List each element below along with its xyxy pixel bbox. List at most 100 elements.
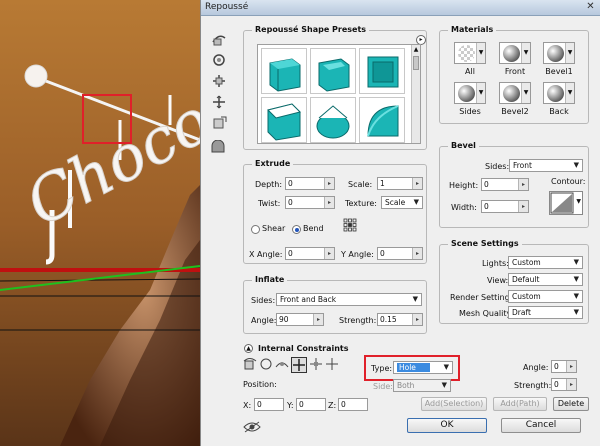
constraint-angle-spin-icon[interactable]: ▸ [566,361,576,372]
twist-spin-icon[interactable]: ▸ [324,197,334,208]
bevel-width-spin-icon[interactable]: ▸ [518,201,528,212]
add-selection-button[interactable]: Add(Selection) [421,397,487,411]
material-bevel1-label: Bevel1 [545,67,573,76]
bevel-height-spin-icon[interactable]: ▸ [518,179,528,190]
delete-button[interactable]: Delete [553,397,589,411]
inflate-strength-input[interactable]: 0.15 ▸ [377,313,423,326]
constraint-move-icon[interactable] [325,357,339,373]
inflate-strength-label: Strength: [339,316,377,325]
chevron-down-icon[interactable]: ▼ [565,83,574,103]
ok-button[interactable]: OK [407,418,487,433]
preset-twist[interactable] [359,97,405,143]
chevron-down-icon[interactable]: ▼ [476,43,485,63]
lights-select[interactable]: Custom ▼ [508,256,583,269]
rotate-tool-icon[interactable] [209,30,229,48]
x-input[interactable]: 0 [254,398,284,411]
chevron-down-icon: ▼ [573,161,579,169]
drag-tool-icon[interactable] [209,72,229,90]
view-select[interactable]: Default ▼ [508,273,583,286]
material-all-label: All [465,67,475,76]
chevron-down-icon[interactable]: ▼ [565,43,574,63]
xangle-spin-icon[interactable]: ▸ [324,248,334,259]
side-select[interactable]: Both ▼ [393,379,451,392]
constraint-rotate-icon[interactable] [243,357,257,373]
inflate-angle-spin-icon[interactable]: ▸ [313,314,323,325]
texture-select[interactable]: Scale ▼ [381,196,423,209]
close-icon[interactable]: ✕ [584,1,597,14]
material-bevel1-swatch[interactable]: ▼ [543,42,575,64]
constraint-angle-input[interactable]: 0 ▸ [551,360,577,373]
inflate-strength-spin-icon[interactable]: ▸ [412,314,422,325]
preset-bevel[interactable] [310,48,356,94]
camera-tool-icon[interactable] [209,138,229,156]
constraint-strength-spin-icon[interactable]: ▸ [566,379,576,390]
material-bevel2-swatch[interactable]: ▼ [499,82,531,104]
shear-radio[interactable] [251,225,260,234]
chevron-down-icon[interactable]: ▼ [521,43,530,63]
constraint-strength-input[interactable]: 0 ▸ [551,378,577,391]
preset-extrude[interactable] [261,48,307,94]
y-input[interactable]: 0 [296,398,326,411]
chevron-down-icon: ▼ [573,258,579,266]
mesh-quality-select[interactable]: Draft ▼ [508,306,583,319]
preview-eye-icon[interactable] [243,421,261,435]
type-select[interactable]: Hole ▼ [393,361,453,374]
chevron-down-icon[interactable]: ▼ [576,198,581,205]
scale-input[interactable]: 1 ▸ [377,177,423,190]
roll-tool-icon[interactable] [209,51,229,69]
yangle-input[interactable]: 0 ▸ [377,247,423,260]
twist-value: 0 [288,198,293,207]
add-path-button[interactable]: Add(Path) [493,397,547,411]
scroll-thumb[interactable] [413,56,419,70]
extrude-legend: Extrude [252,159,294,168]
material-front-swatch[interactable]: ▼ [499,42,531,64]
reference-point-icon[interactable] [343,218,357,234]
bevel-width-label: Width: [451,203,477,212]
material-all-swatch[interactable]: ▼ [454,42,486,64]
scale-spin-icon[interactable]: ▸ [412,178,422,189]
scale-value: 1 [380,179,385,188]
preset-inflate[interactable] [359,48,405,94]
material-back-swatch[interactable]: ▼ [543,82,575,104]
render-settings-select[interactable]: Custom ▼ [508,290,583,303]
cancel-button[interactable]: Cancel [501,418,581,433]
constraints-collapse-icon[interactable]: ▲ [244,344,253,353]
inflate-strength-value: 0.15 [380,315,397,324]
constraint-scale-icon[interactable] [309,357,323,373]
chevron-down-icon[interactable]: ▼ [521,83,530,103]
yangle-value: 0 [380,249,385,258]
presets-scrollbar[interactable]: ▲ [411,45,420,143]
inflate-sides-value: Front and Back [280,295,337,304]
constraint-roll-icon[interactable] [259,357,273,373]
preset-pillow[interactable] [261,97,307,143]
texture-label: Texture: [345,199,377,208]
bevel-height-input[interactable]: 0 ▸ [481,178,529,191]
chevron-down-icon[interactable]: ▼ [476,83,485,103]
dialog-titlebar: Repoussé ✕ [201,0,600,16]
slide-tool-icon[interactable] [209,93,229,111]
bend-radio[interactable] [292,225,301,234]
bevel-sides-select[interactable]: Front ▼ [509,159,583,172]
depth-spin-icon[interactable]: ▸ [324,178,334,189]
scroll-up-icon[interactable]: ▲ [412,45,420,54]
contour-picker[interactable]: ▼ [549,191,583,215]
depth-value: 0 [288,179,293,188]
sphere-swatch-icon [547,45,564,62]
bevel-height-value: 0 [484,180,489,189]
preset-round[interactable] [310,97,356,143]
depth-input[interactable]: 0 ▸ [285,177,335,190]
inflate-sides-select[interactable]: Front and Back ▼ [276,293,422,306]
inflate-angle-input[interactable]: 90 ▸ [276,313,324,326]
constraint-drag-icon[interactable] [275,357,289,373]
twist-label: Twist: [258,199,281,208]
bevel-width-input[interactable]: 0 ▸ [481,200,529,213]
constraint-slide-icon[interactable] [291,357,307,373]
checker-swatch-icon [458,45,475,62]
xangle-input[interactable]: 0 ▸ [285,247,335,260]
material-sides-swatch[interactable]: ▼ [454,82,486,104]
scale-tool-icon[interactable] [209,114,229,132]
yangle-spin-icon[interactable]: ▸ [412,248,422,259]
sphere-swatch-icon [503,45,520,62]
twist-input[interactable]: 0 ▸ [285,196,335,209]
z-input[interactable]: 0 [338,398,368,411]
